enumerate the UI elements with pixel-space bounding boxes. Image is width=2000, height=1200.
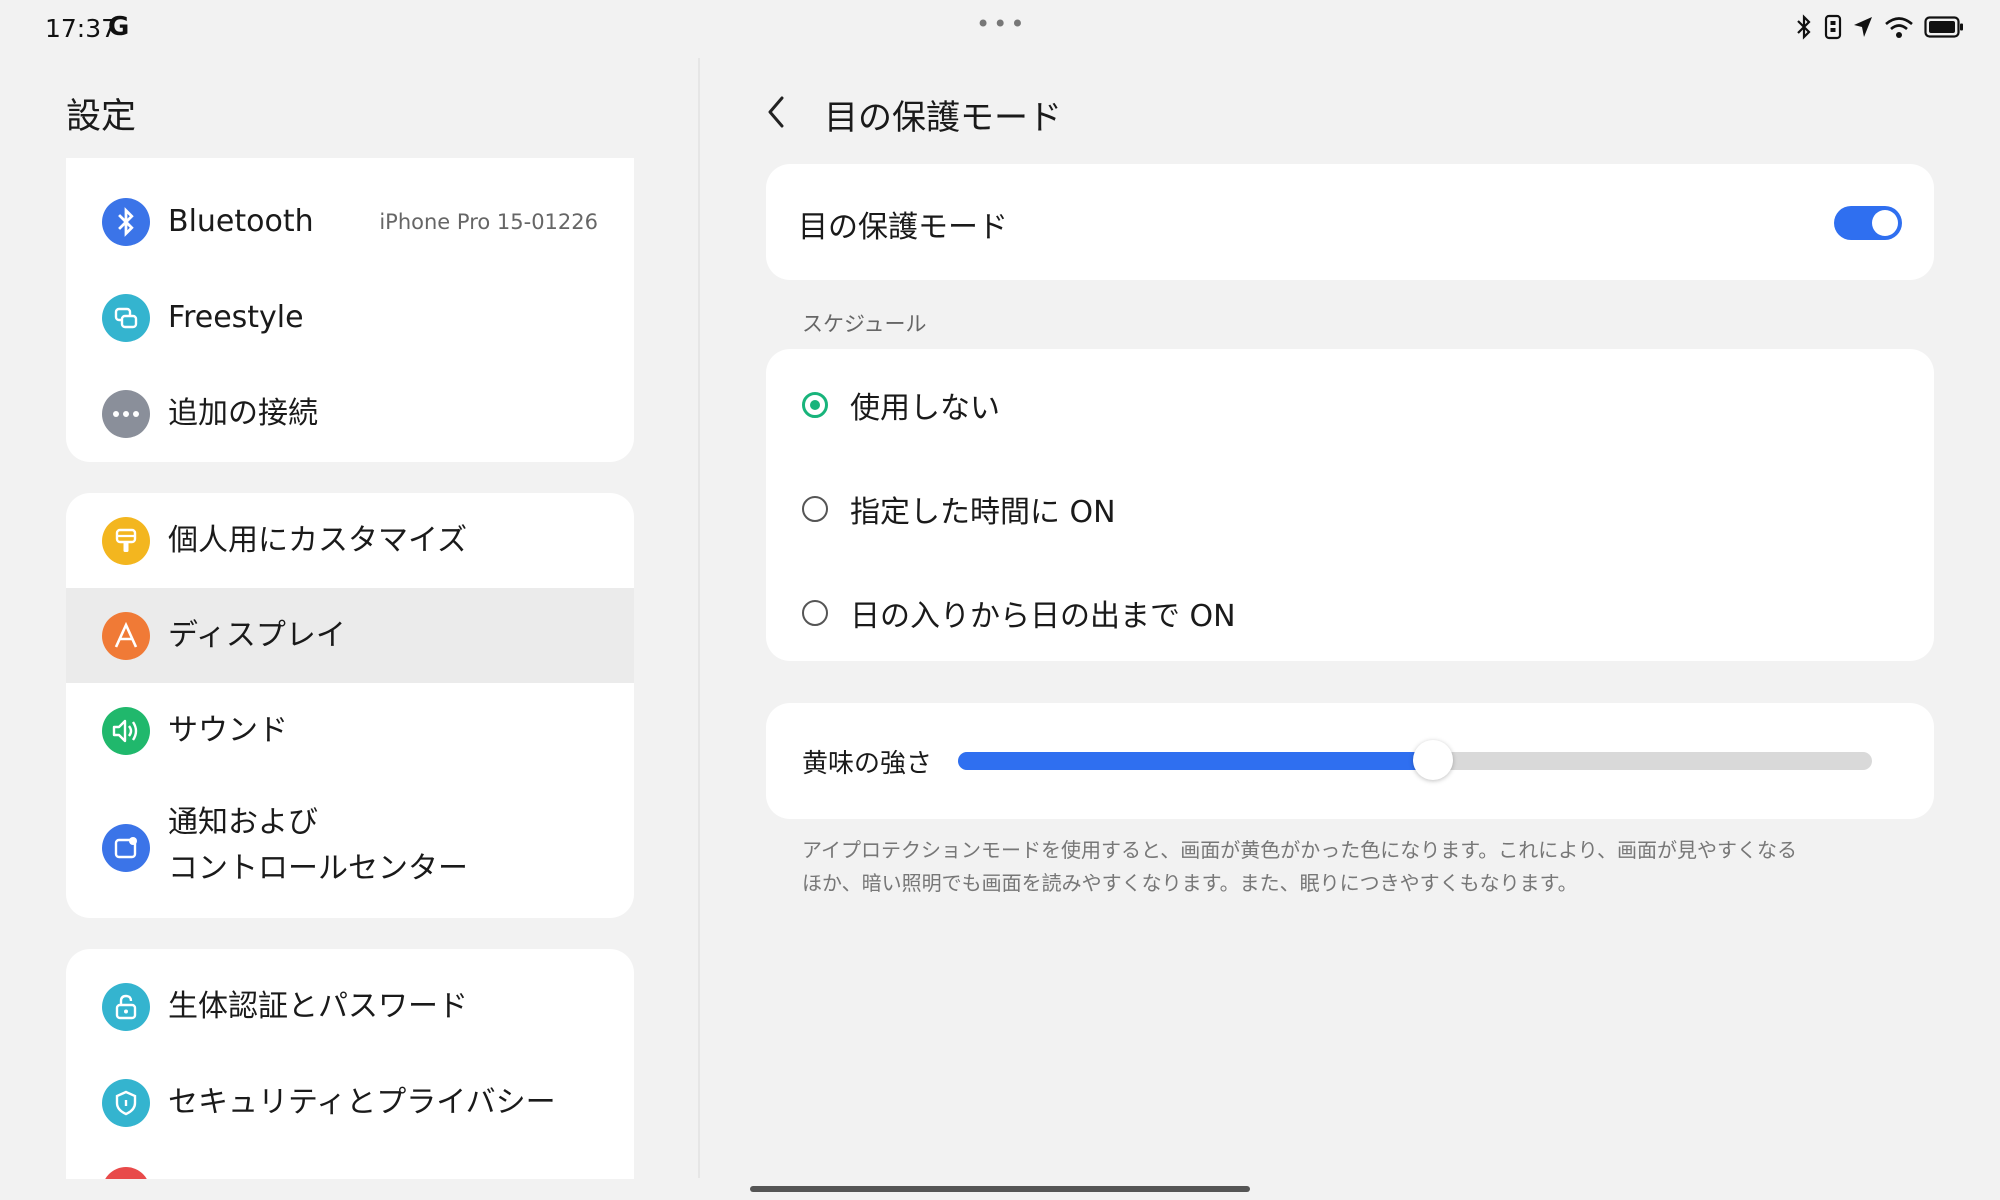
home-indicator[interactable] xyxy=(750,1186,1250,1192)
schedule-option-label: 指定した時間に ON xyxy=(850,495,1116,530)
eye-protection-switch[interactable] xyxy=(1834,206,1902,240)
schedule-option-custom-time[interactable]: 指定した時間に ON xyxy=(802,487,1116,531)
slider-thumb[interactable] xyxy=(1413,740,1454,780)
yellow-intensity-label: 黄味の強さ xyxy=(802,749,933,779)
partial-icon xyxy=(102,1167,150,1179)
slider-fill xyxy=(958,752,1434,770)
yellow-intensity-slider[interactable] xyxy=(958,740,1872,780)
shield-icon xyxy=(102,1079,150,1127)
radio-button[interactable] xyxy=(802,600,828,626)
schedule-option-never[interactable]: 使用しない xyxy=(802,383,1000,427)
device-group: 個人用にカスタマイズ ディスプレイ サウンド 通知および コントロールセンター xyxy=(66,493,634,918)
radio-button[interactable] xyxy=(802,496,828,522)
lock-icon xyxy=(102,983,150,1031)
schedule-section-label: スケジュール xyxy=(802,312,927,336)
radio-button-selected[interactable] xyxy=(802,392,828,418)
page-title: 目の保護モード xyxy=(824,98,1062,138)
bluetooth-device-name: iPhone Pro 15-01226 xyxy=(379,210,598,234)
sidebar-item-label: Freestyle xyxy=(168,300,304,335)
sidebar-item-label: 通知および xyxy=(168,805,318,840)
status-time: 17:37 xyxy=(45,14,118,43)
freestyle-icon xyxy=(102,294,150,342)
connections-group: Bluetooth iPhone Pro 15-01226 Freestyle … xyxy=(66,158,634,462)
sound-icon xyxy=(102,706,150,755)
sidebar-item-display[interactable]: ディスプレイ xyxy=(66,588,634,683)
eye-protection-label: 目の保護モード xyxy=(798,210,1008,245)
sidebar-item-label-line2: コントロールセンター xyxy=(168,851,468,886)
sidebar-item-security-privacy[interactable]: セキュリティとプライバシー xyxy=(66,1071,634,1135)
eye-protection-toggle-row[interactable]: 目の保護モード xyxy=(766,164,1934,280)
switch-knob xyxy=(1872,210,1898,236)
description-line-1: アイプロテクションモードを使用すると、画面が黄色がかった色になります。これにより… xyxy=(802,838,1797,862)
schedule-option-label: 日の入りから日の出まで ON xyxy=(850,599,1236,634)
yellow-intensity-row: 黄味の強さ xyxy=(766,703,1934,819)
sidebar-item-label: Bluetooth xyxy=(168,204,314,239)
notification-icon xyxy=(102,824,150,872)
location-icon xyxy=(1854,17,1872,37)
sidebar-item-notifications[interactable]: 通知および コントロールセンター xyxy=(66,778,634,918)
multitask-dots[interactable]: ••• xyxy=(976,10,1027,38)
sidebar-item-sound[interactable]: サウンド xyxy=(66,683,634,778)
sidebar-item-label: 生体認証とパスワード xyxy=(168,989,468,1024)
sidebar-item-bluetooth[interactable]: Bluetooth iPhone Pro 15-01226 xyxy=(66,190,634,254)
security-group: 生体認証とパスワード セキュリティとプライバシー xyxy=(66,949,634,1179)
google-g-icon: G xyxy=(108,12,130,42)
status-icons xyxy=(1794,14,1964,40)
sidebar-item-partial[interactable] xyxy=(66,1159,634,1179)
sidebar-item-additional-connections[interactable]: 追加の接続 xyxy=(66,382,634,446)
display-icon xyxy=(102,611,150,660)
sidebar-item-freestyle[interactable]: Freestyle xyxy=(66,286,634,350)
bluetooth-icon xyxy=(102,198,150,246)
pane-divider xyxy=(698,58,700,1178)
sidebar-item-label: ディスプレイ xyxy=(168,617,346,653)
status-bar: 17:37 G ••• xyxy=(0,0,2000,60)
schedule-options: 使用しない 指定した時間に ON 日の入りから日の出まで ON xyxy=(766,349,1934,661)
settings-title: 設定 xyxy=(66,97,137,137)
brush-icon xyxy=(102,516,150,565)
schedule-option-sunset-sunrise[interactable]: 日の入りから日の出まで ON xyxy=(802,591,1236,635)
back-arrow-icon[interactable] xyxy=(760,92,794,132)
wifi-icon xyxy=(1885,17,1913,38)
sidebar-item-personalize[interactable]: 個人用にカスタマイズ xyxy=(66,493,634,588)
bluetooth-icon xyxy=(1797,14,1811,40)
description-line-2: ほか、暗い照明でも画面を読みやすくなります。また、眠りにつきやすくもなります。 xyxy=(802,871,1578,895)
sidebar-item-label: セキュリティとプライバシー xyxy=(168,1085,556,1120)
sidebar-item-label: 追加の接続 xyxy=(168,396,318,431)
sidebar-item-label: 個人用にカスタマイズ xyxy=(168,522,468,558)
more-icon xyxy=(102,390,150,438)
schedule-option-label: 使用しない xyxy=(850,391,1000,426)
vibrate-icon xyxy=(1824,14,1842,40)
battery-icon xyxy=(1924,16,1963,38)
eye-protection-description: アイプロテクションモードを使用すると、画面が黄色がかった色になります。これにより… xyxy=(802,834,1892,900)
sidebar-item-biometrics[interactable]: 生体認証とパスワード xyxy=(66,975,634,1039)
sidebar-item-label: サウンド xyxy=(168,712,288,748)
